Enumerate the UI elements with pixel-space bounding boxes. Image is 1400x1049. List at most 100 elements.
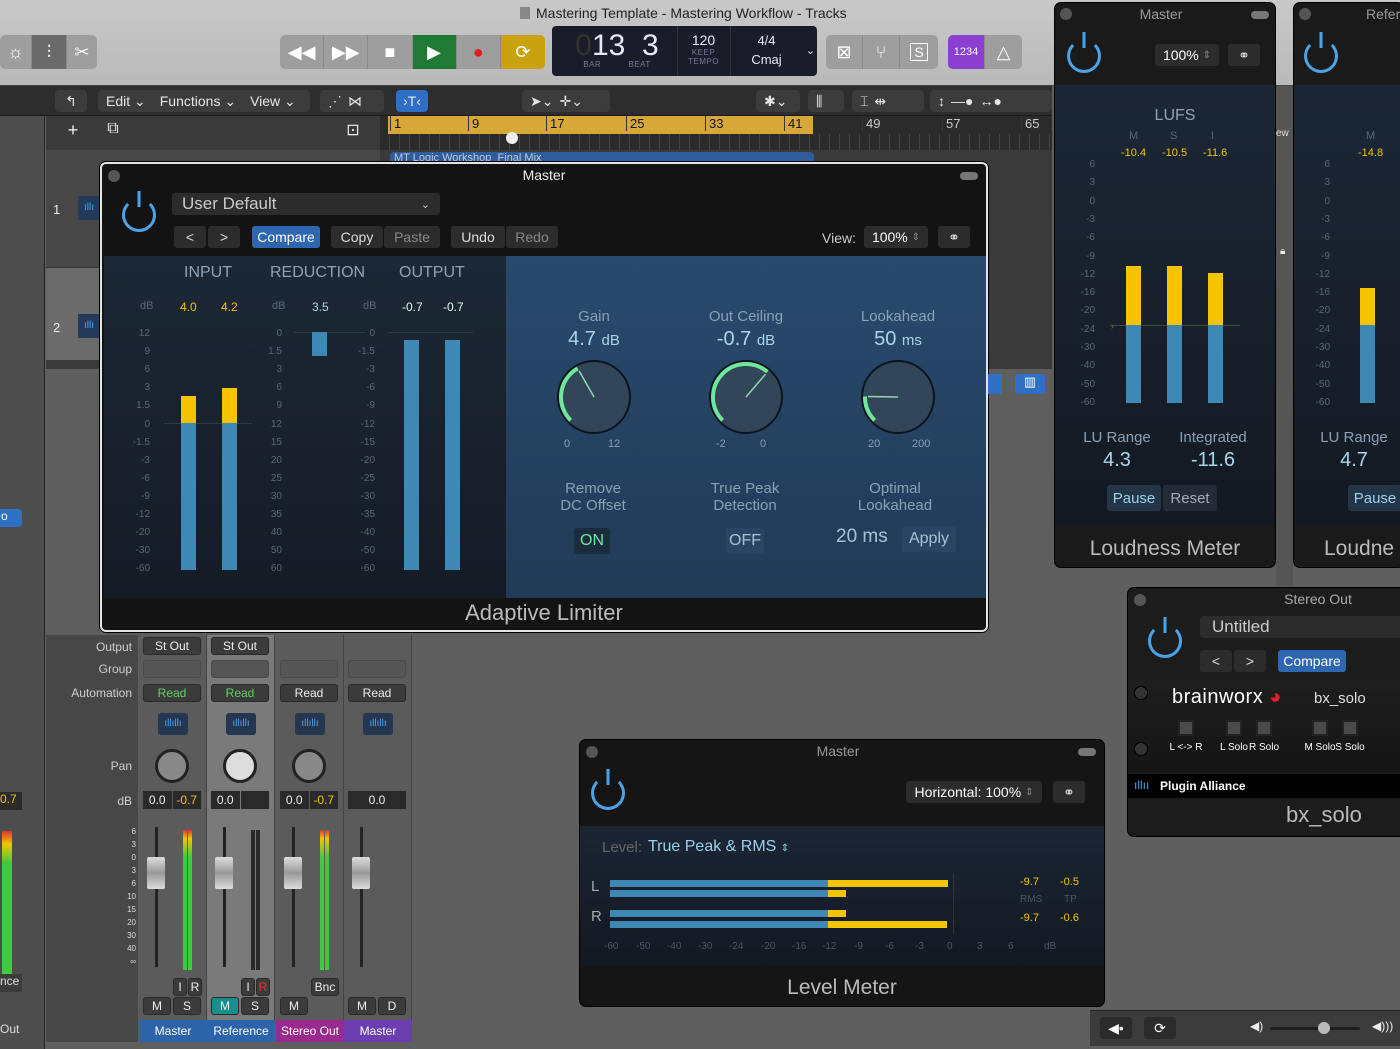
automation-mode[interactable]: Read — [280, 684, 338, 702]
back-button[interactable]: ↰ — [55, 90, 87, 112]
bx-solo-switch[interactable] — [1178, 720, 1194, 736]
volume-value[interactable]: 0.0 — [280, 791, 309, 809]
view-size-menu[interactable]: Horizontal: 100% ⇕ — [906, 781, 1042, 803]
pause-button[interactable]: Pause — [1107, 485, 1161, 511]
catch-button[interactable]: ›T‹ — [396, 90, 428, 112]
automation-icon[interactable]: ⋰ — [328, 93, 342, 110]
stop-button[interactable]: ■ — [368, 35, 413, 69]
automation-mode[interactable]: Read — [348, 684, 406, 702]
volume-slider-knob[interactable] — [1318, 1022, 1330, 1034]
pointer-tool-icon[interactable]: ➤⌄ — [530, 93, 553, 110]
pan-knob[interactable] — [292, 749, 326, 783]
horizontal-zoom-icon[interactable]: ↔● — [979, 93, 1001, 109]
waveform-icon[interactable]: ıllıllı — [226, 713, 256, 735]
rewind-button[interactable]: ◀◀ — [280, 35, 325, 69]
solo-button[interactable]: S — [900, 35, 938, 69]
peak-value[interactable]: -0.7 — [172, 791, 201, 809]
volume-value[interactable]: 0.0 — [143, 791, 172, 809]
vertical-fit-icon[interactable]: ⌶ — [860, 93, 868, 110]
pan-knob[interactable] — [223, 749, 257, 783]
cycle-button[interactable]: ⟳ — [500, 35, 545, 69]
link-button[interactable]: ⚭ — [1228, 44, 1260, 66]
mute-button[interactable]: M — [348, 997, 376, 1015]
playhead[interactable] — [506, 132, 518, 144]
view-menu[interactable]: View ⌄ — [250, 93, 296, 110]
solo-button[interactable]: S — [173, 997, 201, 1015]
volume-fader[interactable] — [215, 857, 233, 889]
compare-button[interactable]: Compare — [1278, 650, 1346, 672]
power-icon[interactable] — [1304, 39, 1338, 73]
record-enable-button[interactable]: R — [256, 978, 270, 996]
edit-menu[interactable]: Edit ⌄ — [106, 93, 146, 110]
bounce-button[interactable]: Bnc — [311, 978, 339, 996]
bx-solo-switch[interactable] — [1312, 720, 1328, 736]
minimize-pill[interactable] — [960, 172, 978, 180]
metronome-button[interactable]: △ — [985, 35, 1022, 69]
copy-button[interactable]: Copy — [331, 226, 383, 248]
bx-solo-switch[interactable] — [1256, 720, 1272, 736]
play-button[interactable]: ▶ — [412, 35, 457, 69]
waveform-icon[interactable]: ıllıllı — [363, 713, 393, 735]
volume-value[interactable]: 0.0 — [211, 791, 240, 809]
global-tracks-button[interactable]: ⊡ — [338, 120, 368, 144]
forward-button[interactable]: ▶▶ — [324, 35, 369, 69]
pause-button[interactable]: Pause — [1348, 485, 1400, 511]
bx-solo-switch[interactable] — [1226, 720, 1242, 736]
close-dot[interactable] — [1299, 8, 1311, 20]
group-slot[interactable] — [348, 660, 406, 678]
automation-mode[interactable]: Read — [211, 684, 269, 702]
automation-mode[interactable]: Read — [143, 684, 201, 702]
output-slot[interactable]: St Out — [211, 637, 269, 655]
channel-name[interactable]: Stereo Out — [276, 1020, 344, 1042]
inspector-io-button[interactable]: o — [0, 509, 22, 527]
speaker-button[interactable]: ◀• — [1100, 1017, 1132, 1039]
pan-knob[interactable] — [155, 749, 189, 783]
group-slot[interactable] — [280, 660, 338, 678]
channel-name[interactable]: Master — [344, 1020, 412, 1042]
count-in-button[interactable]: 1234 — [948, 35, 985, 69]
knob-lookahead[interactable] — [861, 360, 935, 434]
editors-button[interactable]: ✂ — [67, 35, 97, 69]
group-slot[interactable] — [143, 660, 201, 678]
group-slot[interactable] — [211, 660, 269, 678]
undo-button[interactable]: Undo — [451, 226, 505, 248]
input-monitor-button[interactable]: I — [241, 978, 255, 996]
record-button[interactable]: ● — [457, 35, 501, 69]
horizontal-fit-icon[interactable]: ⇹ — [874, 93, 886, 110]
channel-name[interactable]: Master — [139, 1020, 207, 1042]
power-icon[interactable] — [122, 198, 156, 232]
view-size-menu[interactable]: 100% ⇕ — [1155, 44, 1219, 66]
mute-button[interactable]: M — [211, 997, 239, 1015]
waveform-icon[interactable]: ıllıllı — [158, 713, 188, 735]
volume-slider[interactable] — [1270, 1022, 1360, 1034]
vertical-zoom-icon[interactable]: ↕ — [938, 93, 945, 109]
settings-button[interactable]: ✱⌄ — [756, 90, 800, 112]
minimize-pill[interactable] — [1078, 748, 1096, 756]
level-mode-menu[interactable]: True Peak & RMS ⇕ — [648, 838, 789, 856]
minimize-pill[interactable] — [1251, 11, 1269, 19]
true-peak-toggle[interactable]: OFF — [726, 528, 764, 554]
flex-icon[interactable]: ⋈ — [348, 93, 362, 110]
volume-value[interactable]: 0.0 — [348, 791, 406, 809]
knob-out-ceiling[interactable] — [709, 360, 783, 434]
lcd-chevron-down-icon[interactable]: ⌄ — [804, 26, 817, 76]
vertical-zoom-slider[interactable]: —● — [951, 93, 973, 109]
link-button[interactable]: ⚭ — [1053, 781, 1085, 803]
smart-controls-button[interactable]: ☼ — [0, 35, 32, 69]
compare-button[interactable]: Compare — [252, 226, 320, 248]
cycle-button[interactable]: ⟳ — [1144, 1017, 1176, 1039]
prev-preset-button[interactable]: < — [1200, 650, 1232, 672]
waveform-zoom-button[interactable]: ⫼ — [808, 90, 844, 112]
list-editors-button[interactable]: ⊠ — [826, 35, 863, 69]
prev-preset-button[interactable]: < — [174, 226, 206, 248]
input-monitor-button[interactable]: I — [173, 978, 187, 996]
knob-gain[interactable] — [557, 360, 631, 434]
cycle-region[interactable] — [388, 116, 813, 134]
reset-button[interactable]: Reset — [1163, 485, 1217, 511]
power-icon[interactable] — [591, 776, 625, 810]
record-enable-button[interactable]: R — [188, 978, 202, 996]
inspector-db-value[interactable]: 0.7 — [0, 792, 22, 810]
next-preset-button[interactable]: > — [208, 226, 240, 248]
remove-dc-toggle[interactable]: ON — [574, 528, 610, 554]
lcd-display[interactable]: 013 3 BAR BEAT 120 KEEP TEMPO 4/4 Cmaj ⌄ — [552, 26, 817, 76]
